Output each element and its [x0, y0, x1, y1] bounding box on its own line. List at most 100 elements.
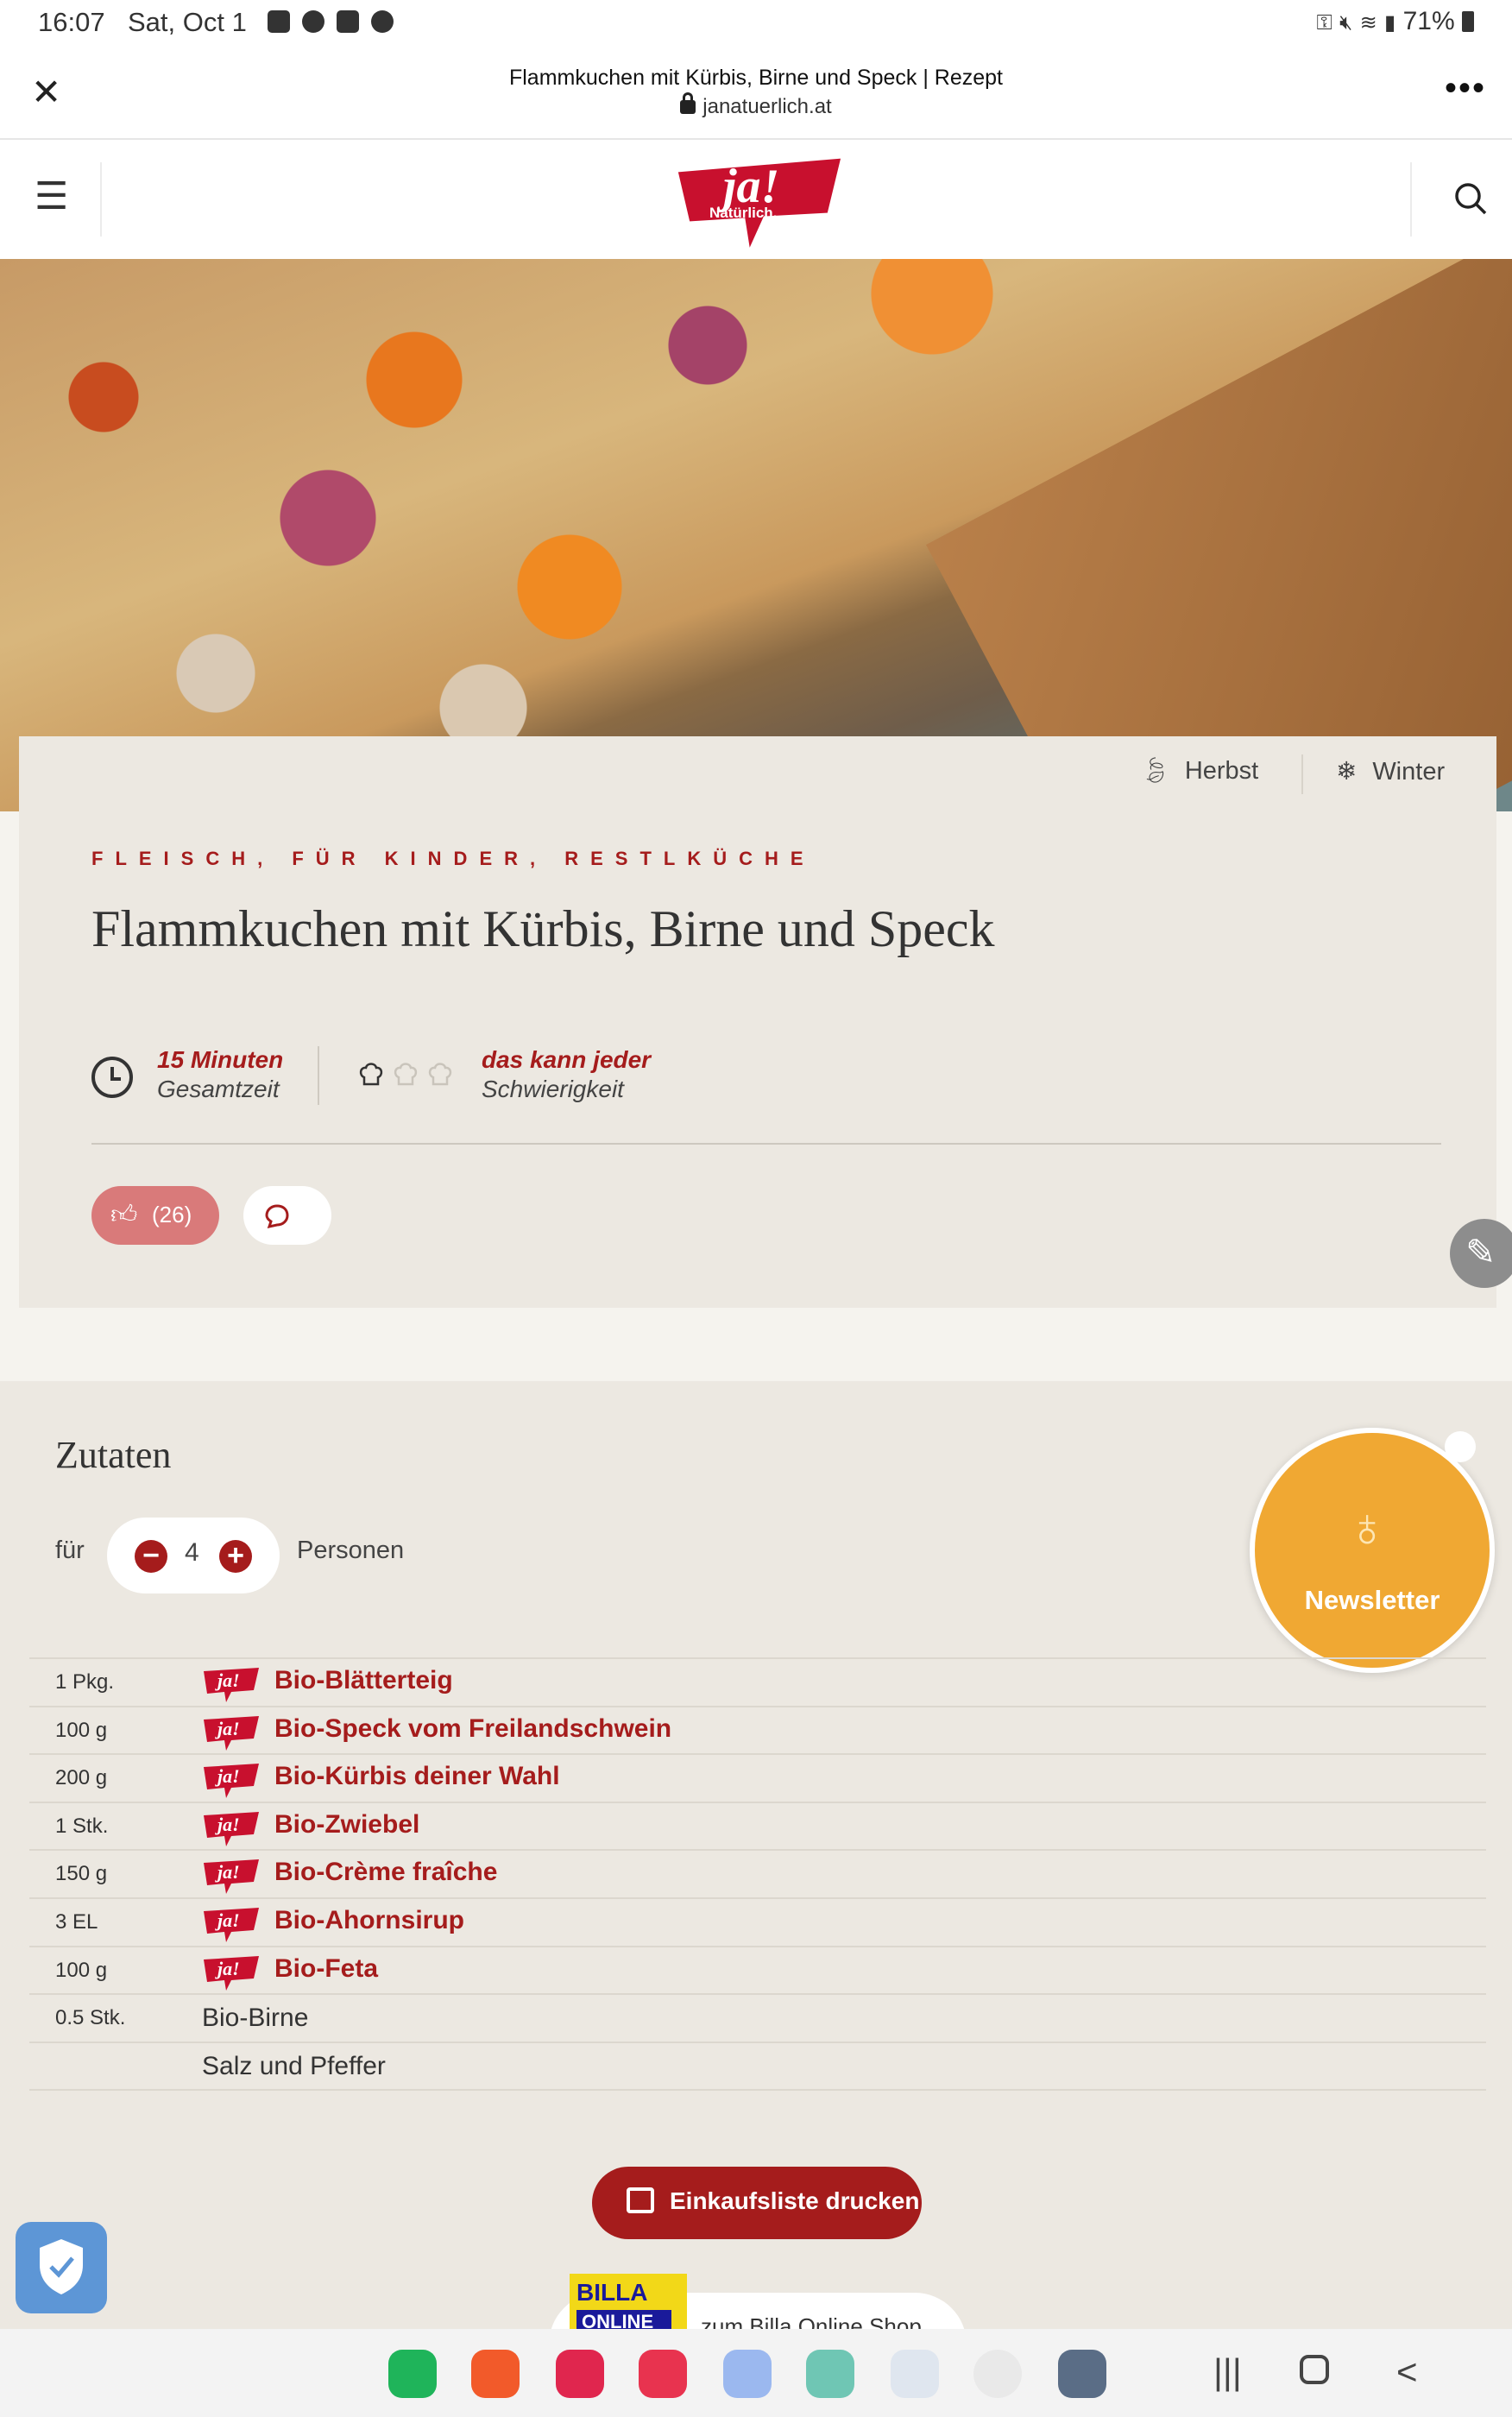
clock-icon: [91, 1057, 133, 1098]
newsletter-close-dot[interactable]: [1445, 1431, 1476, 1462]
vegetables-icon: ♁: [1346, 1496, 1388, 1558]
ingredient-amount: 1 Stk.: [55, 1814, 109, 1838]
apps-grid-icon[interactable]: [1058, 2350, 1106, 2398]
ja-brand-text: ja!: [215, 1909, 240, 1931]
servings-stepper: − 4 +: [107, 1518, 280, 1593]
ingredient-row: 0.5 Stk. Bio-Birne: [29, 1993, 1486, 2042]
meta-divider: [318, 1046, 319, 1105]
logo-subtext: Natürlich.: [709, 205, 777, 221]
ingredient-row: 100 g ja! Bio-Feta: [29, 1945, 1486, 1994]
ingredient-amount: 0.5 Stk.: [55, 2006, 126, 2030]
ingredient-row: 150 g ja! Bio-Crème fraîche: [29, 1849, 1486, 1897]
ja-brand-icon: ja!: [204, 1764, 259, 1799]
like-button[interactable]: 👍︎ (26): [91, 1186, 219, 1245]
ja-brand-text: ja!: [215, 1669, 240, 1691]
recipe-title: Flammkuchen mit Kürbis, Birne und Speck: [91, 900, 995, 957]
ingredient-name: Bio-Birne: [202, 2004, 309, 2033]
season-herbst[interactable]: 🍃︎ Herbst: [1139, 756, 1258, 786]
email-app-icon[interactable]: [806, 2350, 854, 2398]
back-button-icon[interactable]: <: [1396, 2351, 1418, 2393]
edit-button[interactable]: ✎: [1450, 1219, 1512, 1288]
printer-icon: [627, 2187, 654, 2213]
ingredient-amount: 150 g: [55, 1862, 108, 1886]
servings-for-label: für: [55, 1537, 85, 1564]
ingredient-row: 1 Stk. ja! Bio-Zwiebel: [29, 1801, 1486, 1850]
battery-text: 71%: [1402, 7, 1455, 35]
ingredient-product-link[interactable]: Bio-Kürbis deiner Wahl: [274, 1762, 560, 1791]
more-options-icon[interactable]: •••: [1445, 69, 1486, 108]
total-time-label: Gesamtzeit: [157, 1076, 280, 1102]
ingredient-list-end-line: [29, 2089, 1486, 2092]
ingredient-row: Salz und Pfeffer: [29, 2041, 1486, 2090]
billa-logo-text: BILLA: [576, 2279, 648, 2306]
ingredient-amount: 100 g: [55, 1958, 108, 1982]
comment-button[interactable]: [243, 1186, 331, 1245]
recipe-card: [19, 736, 1496, 1308]
privacy-shield-button[interactable]: [16, 2222, 107, 2313]
ingredient-amount: 100 g: [55, 1718, 108, 1742]
difficulty-label: Schwierigkeit: [482, 1076, 624, 1102]
servings-persons-label: Personen: [297, 1537, 405, 1564]
increase-servings-button[interactable]: +: [219, 1540, 252, 1573]
ingredient-product-link[interactable]: Bio-Crème fraîche: [274, 1858, 497, 1887]
shield-check-icon: [40, 2239, 83, 2294]
season-divider: [1301, 754, 1303, 794]
phone-app-icon[interactable]: [388, 2350, 437, 2398]
browser-toolbar: ✕ Flammkuchen mit Kürbis, Birne und Spec…: [0, 45, 1512, 140]
ingredient-product-link[interactable]: Bio-Ahornsirup: [274, 1906, 464, 1935]
site-header: ☰ ja! Natürlich.: [0, 140, 1512, 259]
thumbs-up-icon: 👍︎: [110, 1201, 138, 1229]
lock-icon: [680, 92, 696, 114]
header-divider: [1410, 162, 1412, 237]
ja-brand-icon: ja!: [204, 1859, 259, 1895]
mute-icon: 🔇︎: [1339, 11, 1353, 35]
pencil-icon: ✎: [1465, 1232, 1496, 1272]
status-bar: 16:07 Sat, Oct 1 ⚿ 🔇︎ ≋ ▮ 71%: [0, 0, 1512, 45]
chef-hat-icon: [428, 1063, 452, 1086]
ja-brand-icon: ja!: [204, 1715, 259, 1751]
search-icon[interactable]: [1453, 181, 1488, 216]
ja-natuerlich-logo[interactable]: ja! Natürlich.: [670, 154, 851, 256]
camera-app-icon[interactable]: [639, 2350, 687, 2398]
battery-icon: [1462, 11, 1474, 32]
ingredient-name: Salz und Pfeffer: [202, 2051, 386, 2080]
chef-hat-icon: [359, 1063, 383, 1086]
decrease-servings-button[interactable]: −: [135, 1540, 167, 1573]
ingredient-product-link[interactable]: Bio-Zwiebel: [274, 1810, 419, 1840]
sync-icon: [371, 10, 394, 33]
mail-icon: [337, 10, 359, 33]
leaf-icon: 🍃︎: [1139, 757, 1171, 785]
newsletter-button[interactable]: ♁ Newsletter: [1250, 1428, 1495, 1673]
url-bar[interactable]: janatuerlich.at: [0, 92, 1512, 119]
ingredient-product-link[interactable]: Bio-Speck vom Freilandschwein: [274, 1714, 671, 1744]
recents-button-icon[interactable]: |||: [1213, 2351, 1242, 2393]
header-divider: [100, 162, 102, 237]
comment-icon: [265, 1204, 289, 1229]
ingredient-row: 1 Pkg. ja! Bio-Blätterteig: [29, 1657, 1486, 1706]
recipe-categories[interactable]: FLEISCH, FÜR KINDER, RESTLKÜCHE: [91, 848, 816, 870]
ingredient-product-link[interactable]: Bio-Blätterteig: [274, 1666, 453, 1695]
hamburger-menu-icon[interactable]: ☰: [35, 174, 68, 218]
ja-brand-text: ja!: [215, 1718, 240, 1739]
difficulty-value: das kann jeder: [482, 1046, 652, 1073]
ja-brand-text: ja!: [215, 1765, 240, 1787]
print-shopping-list-button[interactable]: Einkaufsliste drucken: [592, 2167, 922, 2239]
ingredient-product-link[interactable]: Bio-Feta: [274, 1954, 378, 1984]
page-title: Flammkuchen mit Kürbis, Birne und Speck …: [508, 66, 1003, 90]
status-right: ⚿ 🔇︎ ≋ ▮ 71%: [1317, 7, 1474, 36]
flower-app-icon[interactable]: [556, 2350, 604, 2398]
notes-app-icon[interactable]: [471, 2350, 520, 2398]
ingredient-amount: 200 g: [55, 1766, 108, 1790]
servings-count: 4: [185, 1538, 199, 1567]
card-divider: [91, 1143, 1441, 1145]
status-date: Sat, Oct 1: [128, 7, 247, 37]
status-time: 16:07: [38, 7, 105, 37]
translate-app-icon[interactable]: [723, 2350, 772, 2398]
chrome-app-icon[interactable]: [973, 2350, 1022, 2398]
season-label: Winter: [1372, 758, 1446, 786]
newsletter-label: Newsletter: [1304, 1585, 1440, 1615]
season-winter[interactable]: ❄ Winter: [1336, 756, 1445, 786]
home-button-icon[interactable]: [1300, 2355, 1329, 2384]
calendar-app-icon[interactable]: [891, 2350, 939, 2398]
url-text: janatuerlich.at: [702, 95, 832, 118]
